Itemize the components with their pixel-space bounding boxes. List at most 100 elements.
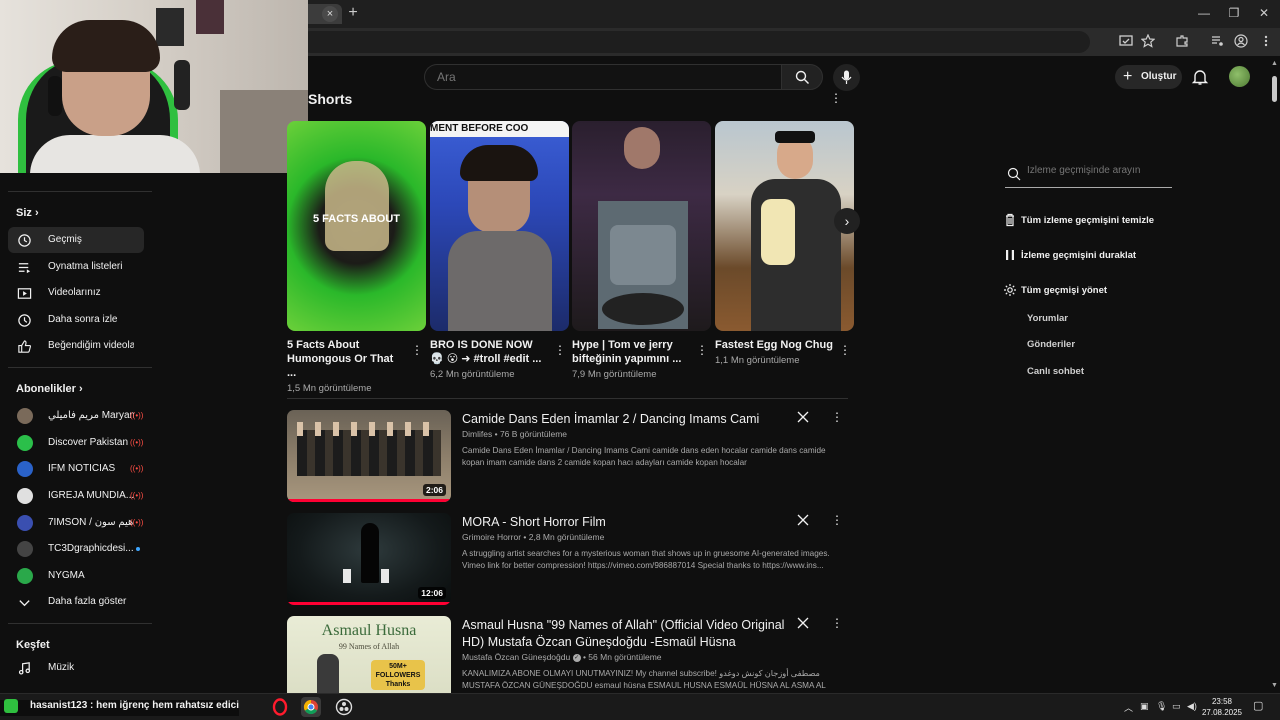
watch-later-icon xyxy=(18,314,31,327)
sidebar-sub-item[interactable]: IFM NOTICIAS ((•)) xyxy=(8,456,144,482)
history-video-item[interactable]: Asmaul Husna 99 Names of Allah 50M+ FOLL… xyxy=(287,616,862,693)
sidebar-item-watch-later[interactable]: Daha sonra izle xyxy=(8,307,144,333)
tab-close-icon[interactable]: × xyxy=(322,6,338,22)
minimize-button[interactable]: — xyxy=(1194,4,1214,22)
history-link-live-chat[interactable]: Canlı sohbet xyxy=(1027,366,1084,377)
search-input[interactable] xyxy=(425,65,782,89)
create-button[interactable]: + Oluştur xyxy=(1115,65,1182,89)
remove-from-history-button[interactable] xyxy=(796,410,812,426)
short-card[interactable]: 5 FACTS ABOUT 5 Facts About Humongous Or… xyxy=(287,121,426,394)
browser-menu-icon[interactable] xyxy=(1258,34,1274,50)
sidebar-section-you[interactable]: Siz › xyxy=(16,207,39,219)
sidebar-sub-item[interactable]: TC3Dgraphicdesi... xyxy=(8,536,144,562)
new-tab-button[interactable]: + xyxy=(344,4,362,22)
short-title[interactable]: Fastest Egg Nog Chug xyxy=(715,338,833,352)
video-menu-icon[interactable]: ⋮ xyxy=(831,616,843,630)
short-menu-icon[interactable]: ⋮ xyxy=(839,343,851,357)
opera-app-icon[interactable] xyxy=(270,697,290,717)
voice-search-button[interactable] xyxy=(833,64,860,91)
channel-name: مريم فاميلي Maryam ... xyxy=(48,410,134,421)
start-icon[interactable] xyxy=(4,699,18,713)
profile-icon[interactable] xyxy=(1233,34,1249,50)
short-card[interactable]: Hype | Tom ve jerry bifteğinin yapımını … xyxy=(572,121,711,380)
channel-name[interactable]: Dimlifes xyxy=(462,429,492,439)
short-title[interactable]: BRO IS DONE NOW 💀 😮 ➜ #troll #edit ... xyxy=(430,338,548,366)
tray-volume-icon[interactable]: ◀) xyxy=(1187,701,1197,712)
remove-from-history-button[interactable] xyxy=(796,616,812,632)
video-menu-icon[interactable]: ⋮ xyxy=(831,513,843,527)
sidebar-item-history[interactable]: Geçmiş xyxy=(8,227,144,253)
video-menu-icon[interactable]: ⋮ xyxy=(831,410,843,424)
history-search-input[interactable] xyxy=(1027,165,1167,176)
shorts-more-icon[interactable]: ⋮ xyxy=(830,91,842,105)
sidebar-item-music[interactable]: Müzik xyxy=(8,655,144,681)
tray-chevron-icon[interactable]: ︿ xyxy=(1124,701,1133,714)
short-title[interactable]: 5 Facts About Humongous Or That ... xyxy=(287,338,405,380)
close-window-button[interactable]: ✕ xyxy=(1254,4,1274,22)
clear-history-label: Tüm izleme geçmişini temizle xyxy=(1021,215,1155,226)
sidebar-item-liked-videos[interactable]: Beğendiğim videolar xyxy=(8,333,144,359)
channel-name[interactable]: Grimoire Horror xyxy=(462,532,521,542)
sidebar-sub-item[interactable]: 7IMSON / هيم سون ((•)) xyxy=(8,510,144,536)
short-thumbnail[interactable]: 5 FACTS ABOUT xyxy=(287,121,426,331)
history-link-comments[interactable]: Yorumlar xyxy=(1027,313,1068,324)
short-thumbnail[interactable] xyxy=(572,121,711,331)
video-title[interactable]: Camide Dans Eden İmamlar 2 / Dancing Ima… xyxy=(462,411,792,428)
sidebar-sub-item[interactable]: NYGMA xyxy=(8,563,144,589)
restore-button[interactable]: ❐ xyxy=(1224,4,1244,22)
tray-app-icon[interactable]: ▣ xyxy=(1140,701,1149,712)
scroll-up-icon[interactable]: ▲ xyxy=(1271,60,1278,67)
video-thumbnail[interactable]: 12:06 xyxy=(287,513,451,605)
extensions-icon[interactable] xyxy=(1174,34,1190,50)
shorts-next-button[interactable]: › xyxy=(834,208,860,234)
short-menu-icon[interactable]: ⋮ xyxy=(696,343,708,357)
thumb-title-text: Asmaul Husna xyxy=(321,622,417,639)
short-thumbnail[interactable]: MENT BEFORE COO xyxy=(430,121,569,331)
sidebar-item-your-videos[interactable]: Videolarınız xyxy=(8,280,144,306)
sidebar-show-more[interactable]: Daha fazla göster xyxy=(8,589,144,615)
sidebar-item-label: Geçmiş xyxy=(48,234,82,245)
short-thumb-text: 5 FACTS ABOUT xyxy=(313,213,400,225)
short-title[interactable]: Hype | Tom ve jerry bifteğinin yapımını … xyxy=(572,338,690,366)
video-title[interactable]: Asmaul Husna "99 Names of Allah" (Offici… xyxy=(462,617,792,651)
notifications-button[interactable] xyxy=(1191,68,1209,86)
obs-app-icon[interactable] xyxy=(334,697,354,717)
bookmark-star-icon[interactable] xyxy=(1140,33,1156,50)
history-video-item[interactable]: 12:06 MORA - Short Horror Film Grimoire … xyxy=(287,513,862,605)
scrollbar-thumb[interactable] xyxy=(1272,76,1277,102)
channel-avatar xyxy=(17,435,33,451)
sidebar-sub-item[interactable]: Discover Pakistan ((•)) xyxy=(8,430,144,456)
taskbar-clock[interactable]: 23:58 27.08.2025 xyxy=(1200,696,1244,718)
page-scrollbar[interactable]: ▲ ▼ xyxy=(1270,56,1280,693)
video-thumbnail[interactable]: Asmaul Husna 99 Names of Allah 50M+ FOLL… xyxy=(287,616,451,693)
tray-mic-icon[interactable]: 🎙 xyxy=(1156,701,1167,712)
cast-icon[interactable] xyxy=(1118,34,1134,50)
sidebar-sub-item[interactable]: IGREJA MUNDIA... ((•)) xyxy=(8,483,144,509)
channel-name[interactable]: Mustafa Özcan Güneşdoğdu xyxy=(462,652,570,662)
address-bar[interactable] xyxy=(300,31,1090,53)
sidebar-section-subscriptions[interactable]: Abonelikler › xyxy=(16,383,83,395)
sidebar-sub-item[interactable]: مريم فاميلي Maryam ... ((•)) xyxy=(8,403,144,429)
short-card[interactable]: Fastest Egg Nog Chug 1,1 Mn görüntüleme … xyxy=(715,121,854,366)
sidebar-item-playlists[interactable]: Oynatma listeleri xyxy=(8,254,144,280)
chrome-app-icon[interactable] xyxy=(301,697,321,717)
tray-network-icon[interactable]: ▭ xyxy=(1172,701,1181,712)
search-button[interactable] xyxy=(781,64,823,90)
media-control-icon[interactable] xyxy=(1209,34,1225,50)
video-description: A struggling artist searches for a myste… xyxy=(462,549,830,570)
short-menu-icon[interactable]: ⋮ xyxy=(411,343,423,357)
short-thumbnail[interactable] xyxy=(715,121,854,331)
scroll-down-icon[interactable]: ▼ xyxy=(1271,682,1278,689)
history-video-item[interactable]: 2:06 Camide Dans Eden İmamlar 2 / Dancin… xyxy=(287,410,862,502)
short-menu-icon[interactable]: ⋮ xyxy=(554,343,566,357)
short-views: 7,9 Mn görüntüleme xyxy=(572,369,657,380)
video-title[interactable]: MORA - Short Horror Film xyxy=(462,514,792,531)
account-avatar[interactable] xyxy=(1229,66,1250,87)
remove-from-history-button[interactable] xyxy=(796,513,812,529)
sidebar-item-label: Oynatma listeleri xyxy=(48,261,123,272)
history-link-posts[interactable]: Gönderiler xyxy=(1027,339,1075,350)
notification-center-icon[interactable]: ▢ xyxy=(1253,699,1263,712)
video-thumbnail[interactable]: 2:06 xyxy=(287,410,451,502)
short-card[interactable]: MENT BEFORE COO BRO IS DONE NOW 💀 😮 ➜ #t… xyxy=(430,121,569,380)
video-duration: 2:06 xyxy=(422,484,446,496)
